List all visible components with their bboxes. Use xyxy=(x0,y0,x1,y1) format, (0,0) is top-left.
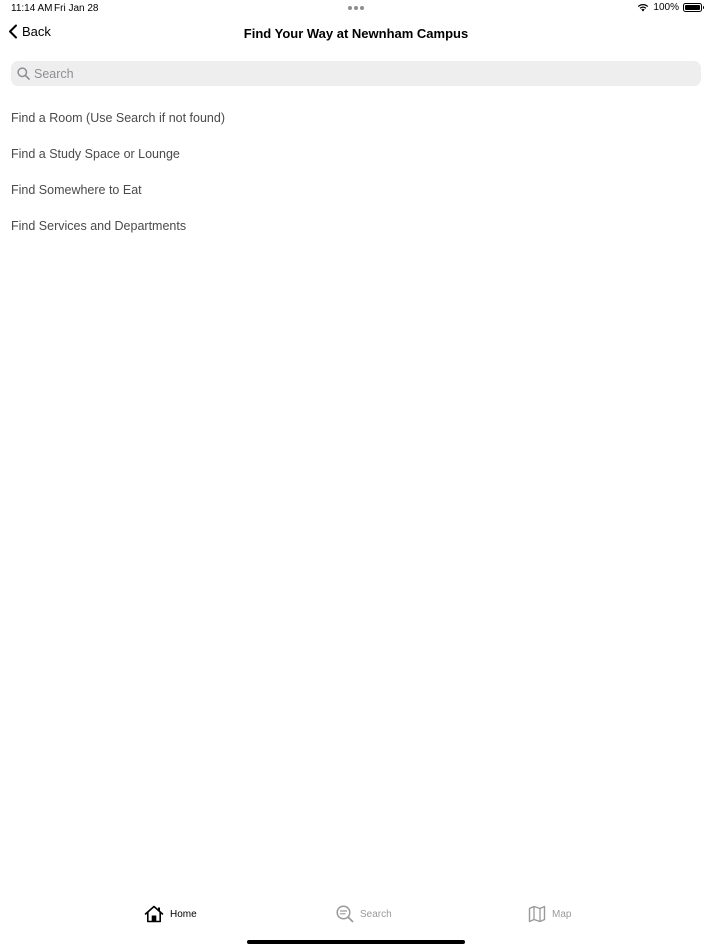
tab-map[interactable]: Map xyxy=(528,905,571,923)
tab-search-label: Search xyxy=(360,908,392,920)
battery-icon xyxy=(683,3,704,12)
tab-map-label: Map xyxy=(552,908,572,920)
status-indicators: 100% xyxy=(637,2,704,13)
list-item-find-study-space[interactable]: Find a Study Space or Lounge xyxy=(0,136,712,172)
list-item-find-services[interactable]: Find Services and Departments xyxy=(0,208,712,244)
page-title: Find Your Way at Newnham Campus xyxy=(243,26,469,41)
battery-percentage: 100% xyxy=(653,2,679,13)
wifi-icon xyxy=(638,3,649,12)
app-screen: 11:14 AM Fri Jan 28 100% Back Find Your … xyxy=(0,0,712,950)
search-input[interactable] xyxy=(34,66,674,81)
status-bar: 11:14 AM Fri Jan 28 100% xyxy=(0,0,712,18)
search-bubble-icon xyxy=(336,905,354,923)
menu-list: Find a Room (Use Search if not found) Fi… xyxy=(0,100,712,244)
tab-home[interactable]: Home xyxy=(144,905,197,923)
map-icon xyxy=(528,905,546,923)
house-icon xyxy=(144,905,164,923)
navigation-bar: Back Find Your Way at Newnham Campus xyxy=(0,22,712,48)
status-date: Fri Jan 28 xyxy=(54,3,99,14)
list-item-find-room[interactable]: Find a Room (Use Search if not found) xyxy=(0,100,712,136)
tab-search[interactable]: Search xyxy=(336,905,392,923)
list-item-find-food[interactable]: Find Somewhere to Eat xyxy=(0,172,712,208)
home-indicator[interactable] xyxy=(247,940,465,944)
search-bar[interactable] xyxy=(11,61,701,86)
tab-home-label: Home xyxy=(170,908,197,920)
search-icon xyxy=(17,67,30,80)
status-time: 11:14 AM xyxy=(11,3,53,14)
tab-bar: Home Search Map xyxy=(0,905,712,940)
multitasking-dots-icon[interactable] xyxy=(348,6,364,10)
